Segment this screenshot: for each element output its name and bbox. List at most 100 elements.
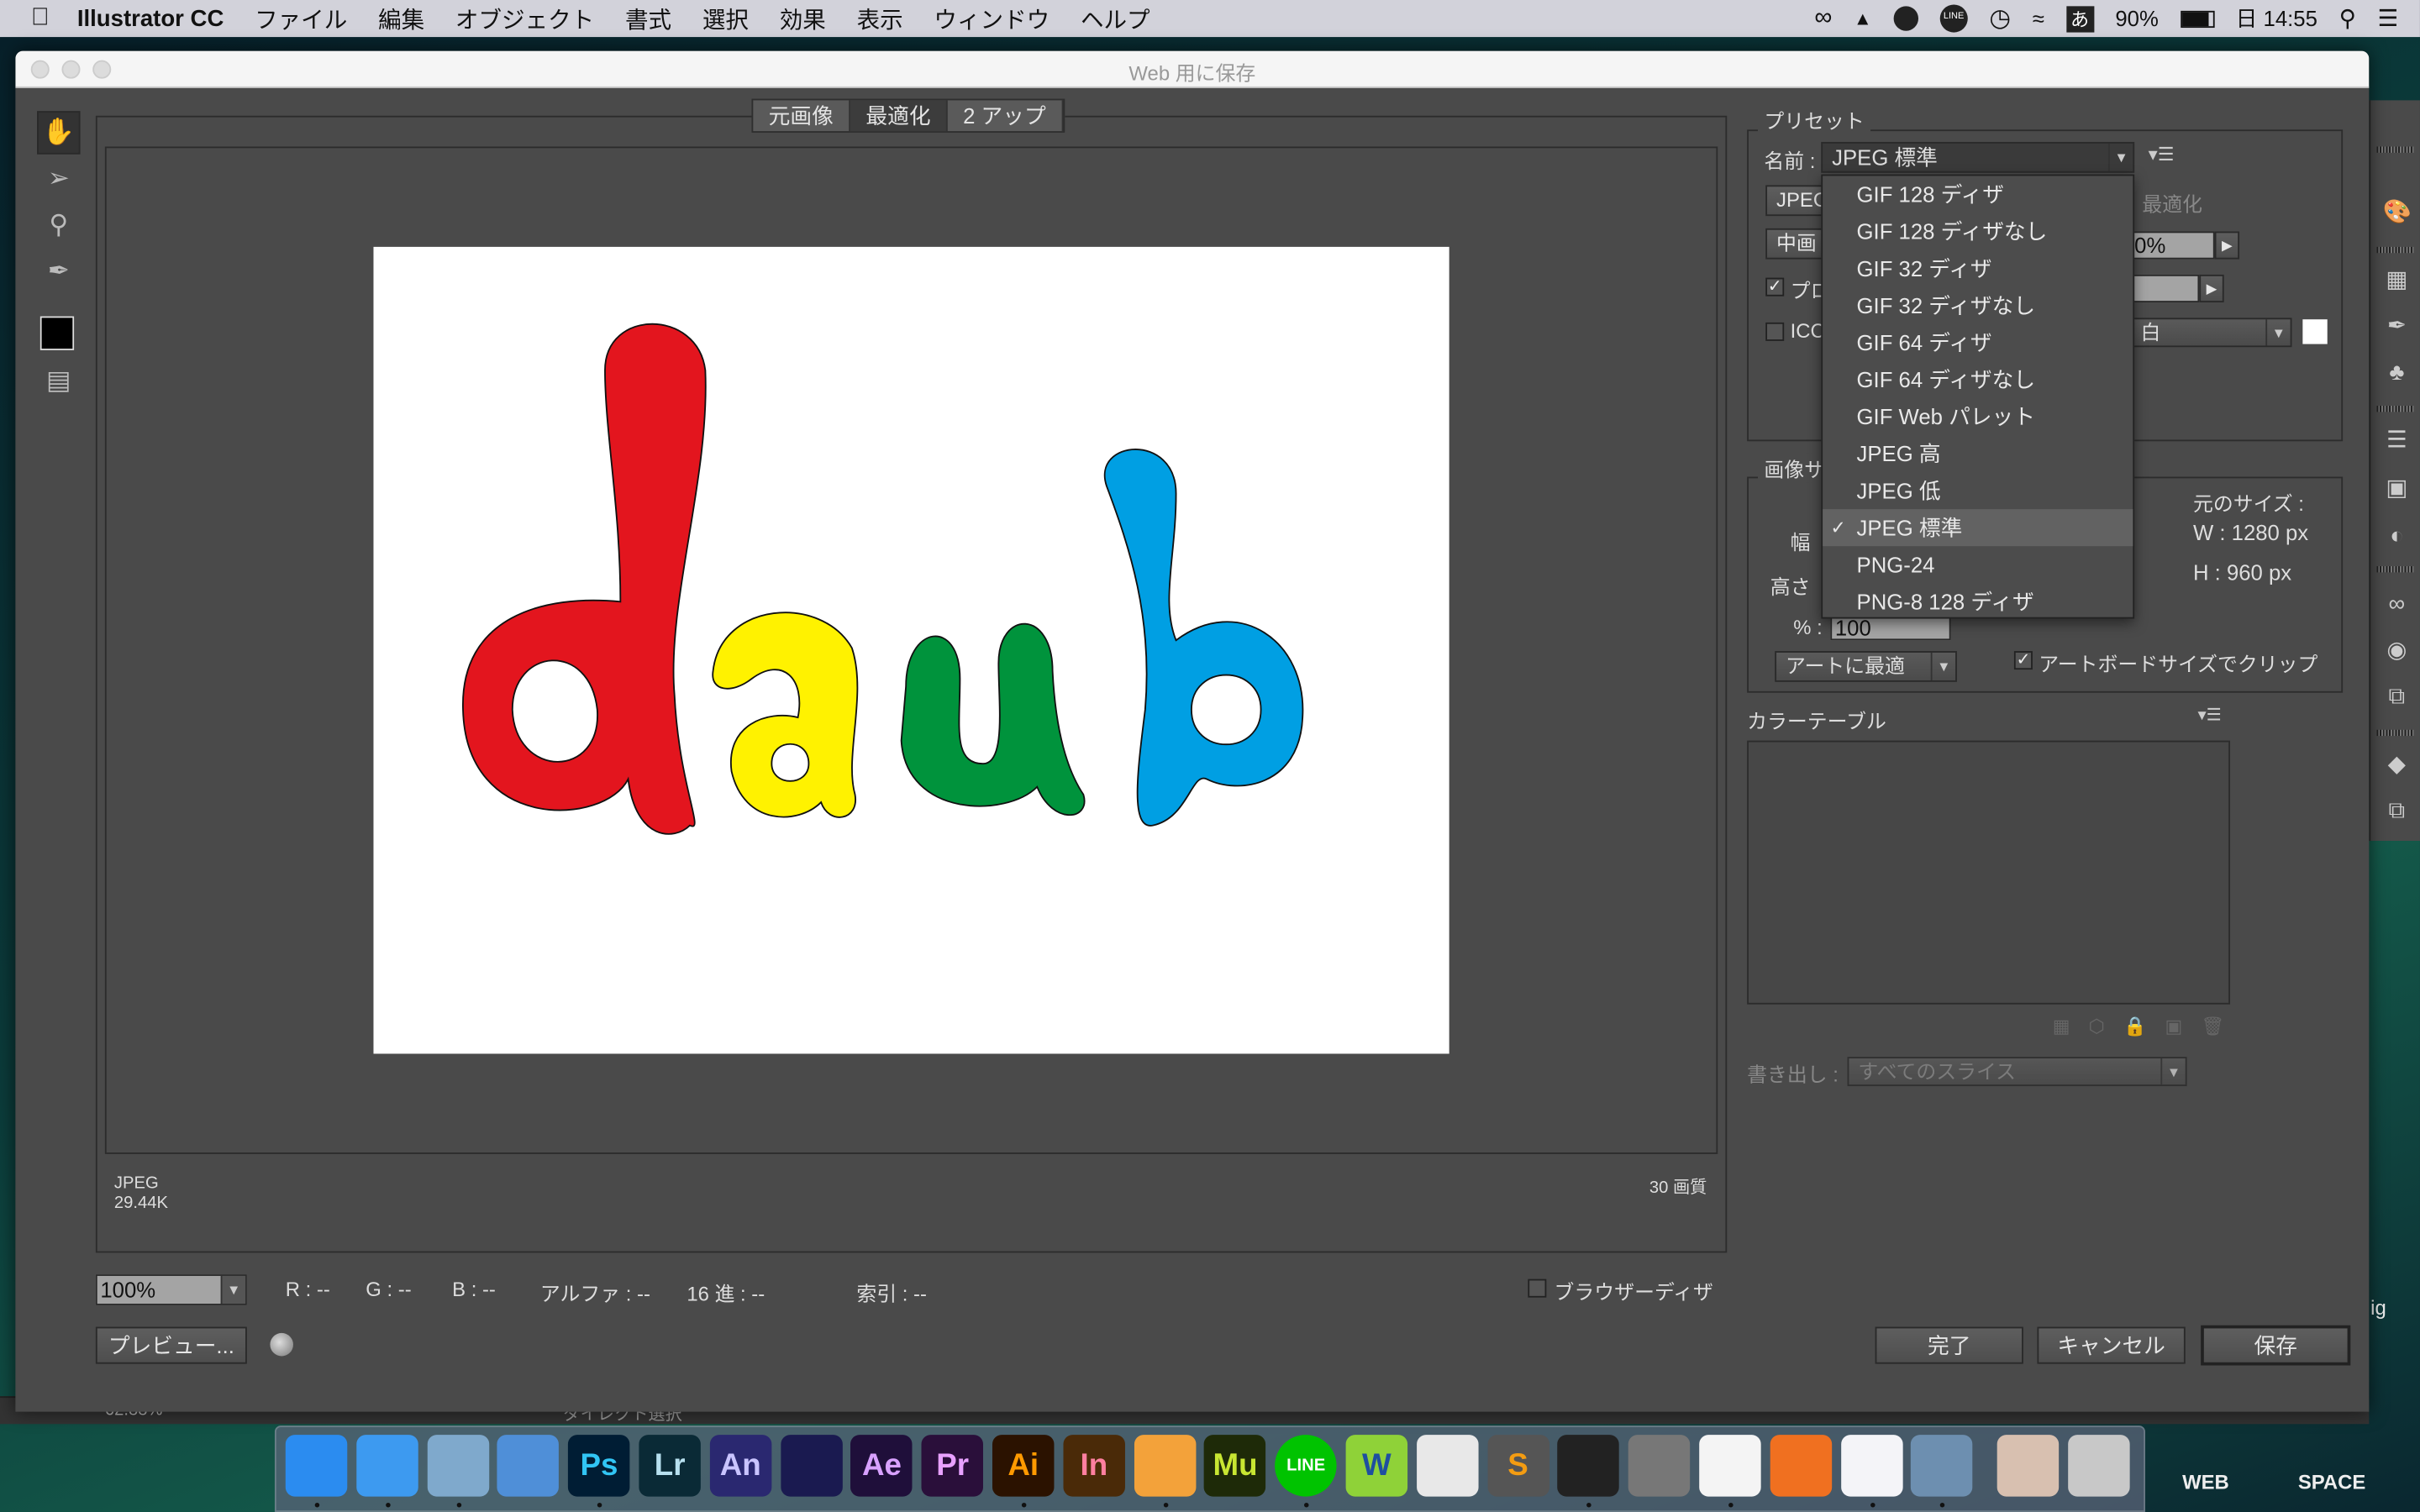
fit-select[interactable]: アートに最適 ▼ xyxy=(1775,651,1957,682)
preset-option[interactable]: PNG-8 128 ディザ xyxy=(1823,583,2133,620)
web-snap-cube-icon[interactable]: ⬡ xyxy=(2089,1016,2105,1037)
dock-after-effects-icon[interactable]: Ae xyxy=(850,1435,913,1497)
dock-media-encoder-icon[interactable] xyxy=(780,1435,843,1497)
transparency-icon[interactable]: ◐ xyxy=(2383,523,2411,551)
new-color-icon[interactable]: ▣ xyxy=(2165,1016,2182,1037)
preset-option[interactable]: PNG-24 xyxy=(1823,546,2133,583)
battery-percent[interactable]: 90% xyxy=(2115,6,2158,30)
done-button[interactable]: 完了 xyxy=(1875,1326,2023,1364)
preset-option[interactable]: GIF 64 ディザなし xyxy=(1823,361,2133,398)
preset-option[interactable]: GIF 32 ディザなし xyxy=(1823,287,2133,324)
dock-finder-icon[interactable] xyxy=(285,1435,348,1497)
dock-animate-icon[interactable]: An xyxy=(709,1435,771,1497)
menu-select[interactable]: 選択 xyxy=(702,3,749,35)
globe-icon[interactable] xyxy=(270,1332,293,1357)
dock-illustrator-icon[interactable]: Ai xyxy=(992,1435,1055,1497)
dock-xcode-like-icon[interactable] xyxy=(497,1435,560,1497)
brushes-icon[interactable]: ✒ xyxy=(2383,313,2411,341)
preset-option[interactable]: JPEG 低 xyxy=(1823,472,2133,509)
dock-sublime-icon[interactable]: S xyxy=(1486,1435,1549,1497)
appearance-icon[interactable]: ◉ xyxy=(2383,638,2411,665)
preset-option[interactable]: GIF 32 ディザ xyxy=(1823,250,2133,287)
apple-icon[interactable]:  xyxy=(31,5,50,33)
clock[interactable]: 日 14:55 xyxy=(2236,3,2317,34)
stroke-icon[interactable]: ☰ xyxy=(2383,428,2411,455)
menu-object[interactable]: オブジェクト xyxy=(455,3,594,35)
hand-icon[interactable]: ✋ xyxy=(37,111,81,155)
panel-grip[interactable] xyxy=(2376,566,2414,573)
dock-preview-icon[interactable] xyxy=(1911,1435,1974,1497)
dock-photoshop-icon[interactable]: Ps xyxy=(568,1435,630,1497)
chevron-down-icon[interactable]: ▼ xyxy=(220,1275,246,1305)
dock-logic-icon[interactable] xyxy=(1557,1435,1620,1497)
transparency-map-icon[interactable]: ▦ xyxy=(2053,1016,2070,1037)
browser-dither-checkbox[interactable] xyxy=(1528,1278,1547,1298)
desktop-label-space[interactable]: SPACE xyxy=(2298,1470,2365,1494)
panel-grip[interactable] xyxy=(2376,146,2414,153)
blur-slider-arrow[interactable]: ▶ xyxy=(2199,274,2224,302)
color-palette-icon[interactable]: 🎨 xyxy=(2383,199,2412,227)
zoom-icon[interactable]: ⚲ xyxy=(37,203,80,246)
panel-grip[interactable] xyxy=(2376,406,2414,412)
dock-lightroom-icon[interactable]: Lr xyxy=(639,1435,701,1497)
gradient-icon[interactable]: ▣ xyxy=(2383,475,2411,503)
dock-indesign-icon[interactable]: In xyxy=(1063,1435,1125,1497)
color-table-menu-icon[interactable]: ▾☰ xyxy=(2197,705,2221,725)
clock-icon[interactable]: ◷ xyxy=(1989,3,2011,34)
dock-mail-icon[interactable] xyxy=(427,1435,489,1497)
lock-icon[interactable]: 🔒 xyxy=(2123,1016,2146,1037)
layers-icon[interactable]: ◆ xyxy=(2383,751,2411,779)
desktop-label-web[interactable]: WEB xyxy=(2182,1470,2229,1494)
menu-edit[interactable]: 編集 xyxy=(378,3,424,35)
optimized-preview-pane[interactable] xyxy=(104,146,1718,1154)
matte-color-swatch[interactable] xyxy=(2302,319,2328,344)
input-method-icon[interactable]: あ xyxy=(2065,5,2094,32)
quality-preset-select[interactable]: 中画 xyxy=(1765,228,1828,260)
clip-to-artboard-checkbox[interactable]: ✓ xyxy=(2013,651,2033,670)
dock-system-preferences-icon[interactable] xyxy=(1628,1435,1691,1497)
tab-original[interactable]: 元画像 xyxy=(753,100,851,132)
menu-window[interactable]: ウィンドウ xyxy=(934,3,1050,35)
zoom-level-select[interactable]: 100% ▼ xyxy=(95,1274,247,1305)
preview-button[interactable]: プレビュー... xyxy=(95,1326,247,1364)
menu-effect[interactable]: 効果 xyxy=(780,3,826,35)
quality-field[interactable]: 0% xyxy=(2129,231,2215,260)
dock-numbers-icon[interactable] xyxy=(1416,1435,1479,1497)
evernote-icon[interactable] xyxy=(1893,6,1918,31)
dock-reminders-icon[interactable] xyxy=(1699,1435,1761,1497)
chevron-down-icon[interactable]: ▼ xyxy=(2107,143,2133,171)
progressive-checkbox[interactable]: ✓ xyxy=(1765,277,1785,297)
color-table[interactable] xyxy=(1747,740,2231,1005)
format-select[interactable]: JPEG xyxy=(1765,185,1828,217)
dock-pages-icon[interactable] xyxy=(1134,1435,1196,1497)
panel-grip[interactable] xyxy=(2376,729,2414,737)
swatches-icon[interactable]: ▦ xyxy=(2383,267,2411,295)
cc-libraries-icon[interactable]: ∞ xyxy=(2383,591,2411,618)
spotlight-search-icon[interactable]: ⚲ xyxy=(2339,5,2356,32)
tab-optimized[interactable]: 最適化 xyxy=(850,100,948,132)
menu-help[interactable]: ヘルプ xyxy=(1081,3,1150,35)
creative-cloud-icon[interactable]: ∞ xyxy=(1814,5,1832,33)
dock-muse-icon[interactable]: Mu xyxy=(1204,1435,1266,1497)
panel-grip[interactable] xyxy=(2376,246,2414,254)
drive-icon[interactable]: ▲ xyxy=(1854,8,1872,29)
cancel-button[interactable]: キャンセル xyxy=(2037,1326,2186,1364)
notification-center-icon[interactable]: ☰ xyxy=(2378,5,2399,32)
dock-wordpress-app-icon[interactable]: W xyxy=(1345,1435,1408,1497)
preset-option[interactable]: GIF Web パレット xyxy=(1823,398,2133,435)
dock-premiere-icon[interactable]: Pr xyxy=(921,1435,984,1497)
preset-option[interactable]: GIF 64 ディザ xyxy=(1823,324,2133,361)
preset-option[interactable]: JPEG 高 xyxy=(1823,435,2133,472)
slice-select-icon[interactable]: ➢ xyxy=(37,157,80,200)
chevron-down-icon[interactable]: ▼ xyxy=(2160,1058,2185,1085)
battery-icon[interactable] xyxy=(2180,9,2214,28)
line-icon[interactable]: LINE xyxy=(1939,4,1968,33)
chevron-down-icon[interactable]: ▼ xyxy=(1930,652,1955,680)
artboards-icon[interactable]: ⧉ xyxy=(2383,684,2411,711)
chevron-down-icon[interactable]: ▼ xyxy=(2265,319,2290,346)
dock-line-icon[interactable]: LINE xyxy=(1275,1435,1337,1497)
save-button[interactable]: 保存 xyxy=(2201,1325,2351,1366)
preset-option[interactable]: GIF 128 ディザ xyxy=(1823,176,2133,213)
menu-view[interactable]: 表示 xyxy=(857,3,903,35)
eyedropper-icon[interactable]: ✒ xyxy=(37,250,80,293)
